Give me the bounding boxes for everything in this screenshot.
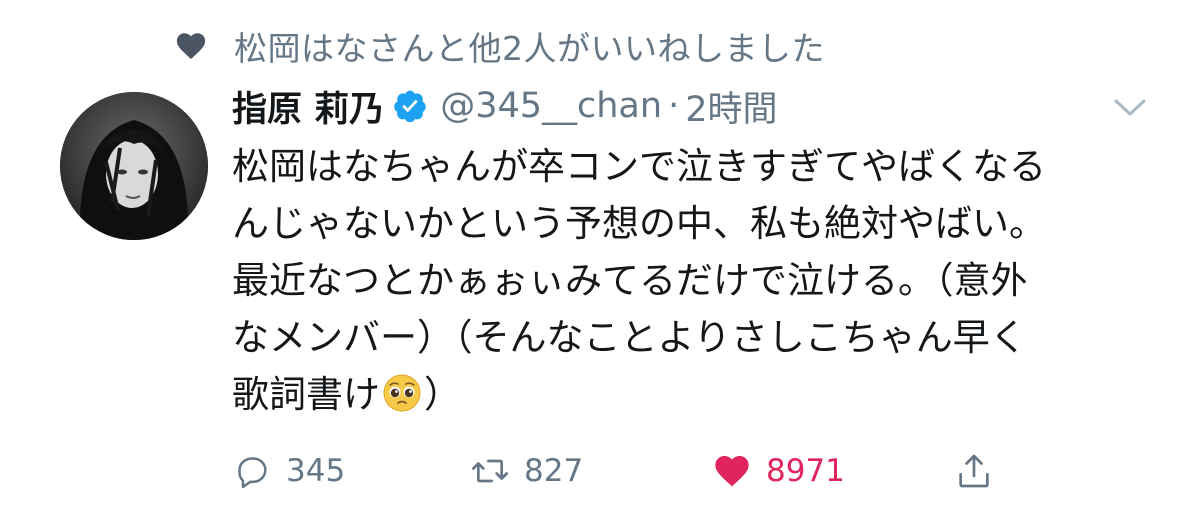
heart-filled-icon xyxy=(715,456,749,487)
like-button[interactable]: 8971 xyxy=(712,446,845,496)
reply-button[interactable]: 345 xyxy=(232,446,345,496)
display-name[interactable]: 指原 莉乃 xyxy=(232,81,384,132)
heart-icon xyxy=(176,33,206,60)
retweet-icon xyxy=(472,459,508,483)
tweet-text-line: 最近なつとかぁぉぃみてるだけで泣ける。（意外 xyxy=(232,259,1028,302)
timestamp[interactable]: 2時間 xyxy=(685,81,777,132)
retweet-button[interactable]: 827 xyxy=(470,446,583,496)
social-context-text: 松岡はなさんと他2人がいいねしました xyxy=(234,29,825,68)
tweet-header: 指原 莉乃 @345__chan · 2時間 xyxy=(232,80,777,132)
verified-badge-icon xyxy=(394,90,426,123)
avatar-image xyxy=(60,92,208,240)
chevron-down-icon[interactable] xyxy=(1112,96,1148,120)
tweet-text-segment: ） xyxy=(424,373,461,416)
tweet-text-line: 松岡はなちゃんが卒コンで泣きすぎてやばくなる xyxy=(232,145,1046,188)
like-count: 8971 xyxy=(766,453,845,489)
reply-count: 345 xyxy=(286,453,346,489)
social-context[interactable]: 松岡はなさんと他2人がいいねしました xyxy=(174,22,825,70)
user-handle[interactable]: @345__chan xyxy=(440,86,662,126)
tweet-text: 松岡はなちゃんが卒コンで泣きすぎてやばくなる んじゃないかという予想の中、私も絶… xyxy=(232,138,1172,423)
share-icon xyxy=(959,454,989,488)
avatar[interactable] xyxy=(60,92,208,240)
tweet-text-line: んじゃないかという予想の中、私も絶対やばい。 xyxy=(232,202,1046,245)
separator-dot: · xyxy=(668,86,680,126)
pleading-face-emoji-icon xyxy=(383,374,421,412)
tweet-text-line-last: 歌詞書け ） xyxy=(232,366,1172,423)
reply-icon xyxy=(238,457,267,489)
tweet-text-segment: 歌詞書け xyxy=(232,373,380,416)
action-bar: 345 827 8971 xyxy=(232,446,1012,496)
retweet-count: 827 xyxy=(524,453,584,489)
tweet-text-line: なメンバー）（そんなことよりさしこちゃん早く xyxy=(232,316,1027,359)
share-button[interactable] xyxy=(954,446,994,496)
